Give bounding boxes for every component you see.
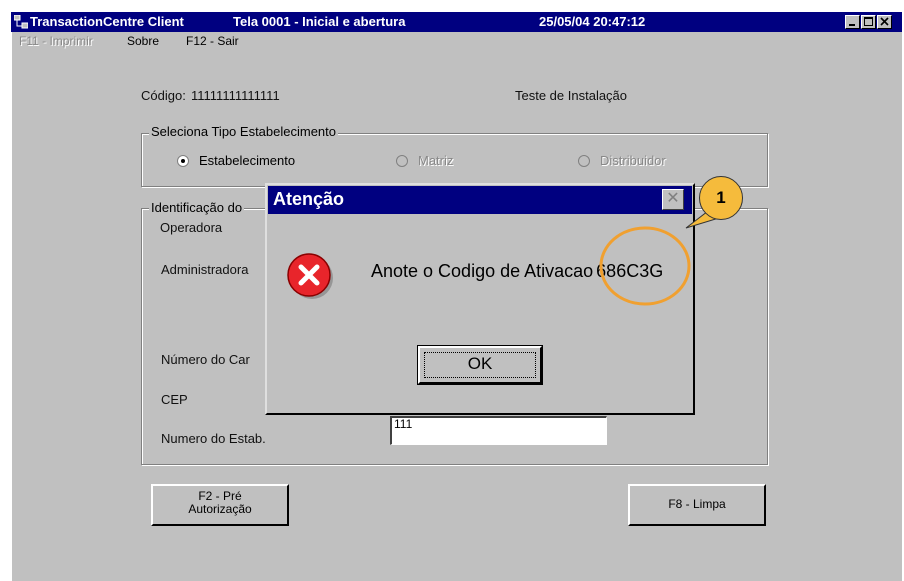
radio-matriz-label[interactable]: Matriz bbox=[418, 153, 453, 168]
ok-label: OK bbox=[467, 354, 493, 373]
numero-estab-label: Numero do Estab. bbox=[161, 431, 266, 446]
tipo-group-legend: Seleciona Tipo Estabelecimento bbox=[149, 124, 339, 139]
numero-estab-input[interactable]: 111 bbox=[390, 416, 607, 445]
numero-cartao-label: Número do Car bbox=[161, 352, 250, 367]
title-bar[interactable]: TransactionCentre Client Tela 0001 - Ini… bbox=[11, 12, 902, 32]
title-datetime: 25/05/04 20:47:12 bbox=[539, 14, 646, 29]
cep-label: CEP bbox=[161, 392, 188, 407]
pre-authorization-button[interactable]: F2 - Pré Autorização bbox=[151, 484, 289, 526]
radio-distribuidor-label[interactable]: Distribuidor bbox=[600, 153, 666, 168]
pre-auth-line2: Autorização bbox=[188, 502, 252, 516]
menu-about[interactable]: Sobre bbox=[127, 34, 159, 48]
dialog-title: Atenção bbox=[273, 189, 345, 209]
app-title: TransactionCentre Client bbox=[30, 14, 184, 29]
codigo-label: Código: bbox=[141, 88, 186, 103]
clear-button[interactable]: F8 - Limpa bbox=[628, 484, 766, 526]
clear-button-label: F8 - Limpa bbox=[668, 497, 726, 511]
ident-group-legend: Identificação do bbox=[149, 200, 245, 215]
operadora-label: Operadora bbox=[160, 220, 223, 235]
dialog-message-text: Anote o Codigo de Ativacao bbox=[371, 261, 594, 281]
activation-code-highlight-circle bbox=[599, 226, 691, 306]
maximize-icon[interactable] bbox=[861, 15, 876, 29]
install-test-label: Teste de Instalação bbox=[515, 88, 628, 103]
radio-matriz[interactable] bbox=[396, 155, 408, 167]
administradora-label: Administradora bbox=[161, 262, 249, 277]
callout-badge: 1 bbox=[699, 176, 743, 220]
radio-estabelecimento[interactable] bbox=[177, 155, 189, 167]
radio-distribuidor[interactable] bbox=[578, 155, 590, 167]
menu-exit[interactable]: F12 - Sair bbox=[186, 34, 239, 48]
screen-title: Tela 0001 - Inicial e abertura bbox=[233, 14, 406, 29]
minimize-icon[interactable] bbox=[845, 15, 860, 29]
ok-button[interactable]: OK bbox=[417, 345, 543, 385]
codigo-value: 11111111111111 bbox=[191, 88, 280, 103]
radio-estabelecimento-label[interactable]: Estabelecimento bbox=[199, 153, 295, 168]
close-icon[interactable] bbox=[877, 15, 892, 29]
app-icon bbox=[13, 14, 29, 29]
menu-print[interactable]: F11 - Imprimir bbox=[19, 34, 93, 48]
menu-bar: F11 - Imprimir Sobre F12 - Sair bbox=[11, 32, 902, 51]
error-icon bbox=[286, 251, 336, 301]
